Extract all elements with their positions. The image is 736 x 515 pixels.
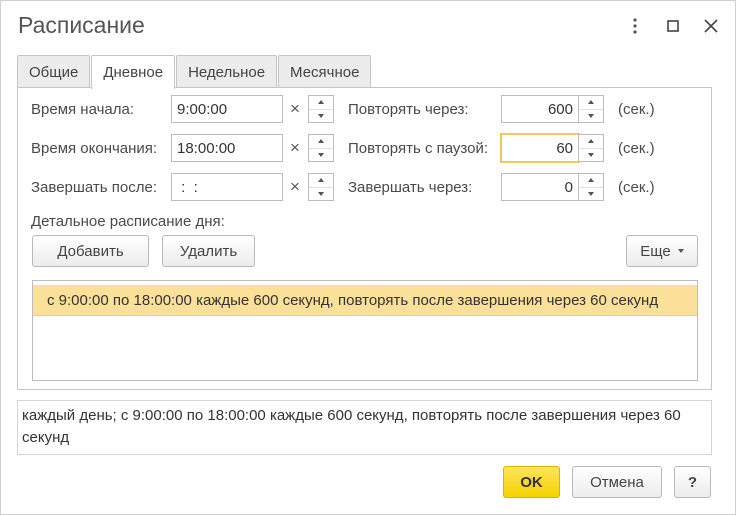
arrow-down-icon xyxy=(318,152,324,157)
dropdown-arrow-icon xyxy=(677,249,684,253)
spin-up-button[interactable] xyxy=(309,135,333,148)
clear-icon: × xyxy=(290,99,300,118)
list-item[interactable]: с 9:00:00 по 18:00:00 каждые 600 секунд,… xyxy=(33,285,697,316)
finish-after-clear-button[interactable]: × xyxy=(282,173,308,201)
help-button[interactable]: ? xyxy=(674,466,711,498)
end-time-input[interactable]: 18:00:00 xyxy=(171,134,283,162)
maximize-icon xyxy=(667,20,679,32)
daily-tab-panel: Время начала: 9:00:00 × Повторять через:… xyxy=(17,87,712,390)
start-time-label: Время начала: xyxy=(31,101,135,118)
arrow-down-icon xyxy=(588,113,594,118)
detail-schedule-list[interactable]: с 9:00:00 по 18:00:00 каждые 600 секунд,… xyxy=(32,280,698,381)
arrow-down-icon xyxy=(588,152,594,157)
finish-in-unit: (сек.) xyxy=(618,179,655,196)
spin-down-button[interactable] xyxy=(579,108,603,123)
arrow-up-icon xyxy=(588,139,594,144)
end-time-clear-button[interactable]: × xyxy=(282,134,308,162)
more-menu-button[interactable] xyxy=(624,15,646,37)
repeat-pause-unit: (сек.) xyxy=(618,140,655,157)
repeat-every-input[interactable]: 600 xyxy=(501,95,579,123)
ok-button[interactable]: OK xyxy=(503,466,560,498)
detail-schedule-label: Детальное расписание дня: xyxy=(31,213,225,230)
tab-general[interactable]: Общие xyxy=(17,55,91,88)
more-actions-button[interactable]: Еще xyxy=(626,235,698,267)
close-button[interactable] xyxy=(700,15,722,37)
spin-down-button[interactable] xyxy=(309,108,333,123)
arrow-down-icon xyxy=(318,113,324,118)
maximize-button[interactable] xyxy=(662,15,684,37)
start-time-clear-button[interactable]: × xyxy=(282,95,308,123)
spin-down-button[interactable] xyxy=(579,186,603,201)
clear-icon: × xyxy=(290,177,300,196)
cancel-button[interactable]: Отмена xyxy=(572,466,662,498)
start-time-input[interactable]: 9:00:00 xyxy=(171,95,283,123)
finish-in-spinner[interactable] xyxy=(578,173,604,201)
spin-down-button[interactable] xyxy=(579,147,603,162)
tab-daily[interactable]: Дневное xyxy=(91,55,176,89)
start-time-spinner[interactable] xyxy=(308,95,334,123)
tab-monthly[interactable]: Месячное xyxy=(278,55,372,88)
spin-up-button[interactable] xyxy=(309,174,333,187)
repeat-pause-label: Повторять с паузой: xyxy=(348,140,489,157)
arrow-down-icon xyxy=(318,191,324,196)
spin-up-button[interactable] xyxy=(579,96,603,109)
arrow-up-icon xyxy=(318,139,324,144)
finish-in-label: Завершать через: xyxy=(348,179,473,196)
finish-after-input[interactable]: : : xyxy=(171,173,283,201)
repeat-every-label: Повторять через: xyxy=(348,101,469,118)
dialog-title: Расписание xyxy=(18,12,145,38)
delete-button[interactable]: Удалить xyxy=(162,235,255,267)
spin-up-button[interactable] xyxy=(579,174,603,187)
arrow-down-icon xyxy=(588,191,594,196)
spin-down-button[interactable] xyxy=(309,147,333,162)
arrow-up-icon xyxy=(588,100,594,105)
repeat-every-spinner[interactable] xyxy=(578,95,604,123)
schedule-summary: каждый день; с 9:00:00 по 18:00:00 кажды… xyxy=(17,400,712,455)
tab-bar: Общие Дневное Недельное Месячное xyxy=(17,55,372,89)
more-actions-label: Еще xyxy=(640,242,671,260)
arrow-up-icon xyxy=(318,100,324,105)
close-icon xyxy=(704,19,718,33)
finish-after-label: Завершать после: xyxy=(31,179,158,196)
vertical-dots-icon xyxy=(633,18,637,34)
repeat-pause-input[interactable]: 60 xyxy=(500,133,580,163)
schedule-dialog: Расписание Общие Дневное Недельное Месяч… xyxy=(0,0,736,515)
finish-after-spinner[interactable] xyxy=(308,173,334,201)
end-time-label: Время окончания: xyxy=(31,140,158,157)
end-time-spinner[interactable] xyxy=(308,134,334,162)
arrow-up-icon xyxy=(588,178,594,183)
finish-in-input[interactable]: 0 xyxy=(501,173,579,201)
repeat-pause-spinner[interactable] xyxy=(578,134,604,162)
spin-up-button[interactable] xyxy=(579,135,603,148)
clear-icon: × xyxy=(290,138,300,157)
arrow-up-icon xyxy=(318,178,324,183)
repeat-every-unit: (сек.) xyxy=(618,101,655,118)
tab-weekly[interactable]: Недельное xyxy=(176,55,278,88)
spin-up-button[interactable] xyxy=(309,96,333,109)
spin-down-button[interactable] xyxy=(309,186,333,201)
add-button[interactable]: Добавить xyxy=(32,235,149,267)
